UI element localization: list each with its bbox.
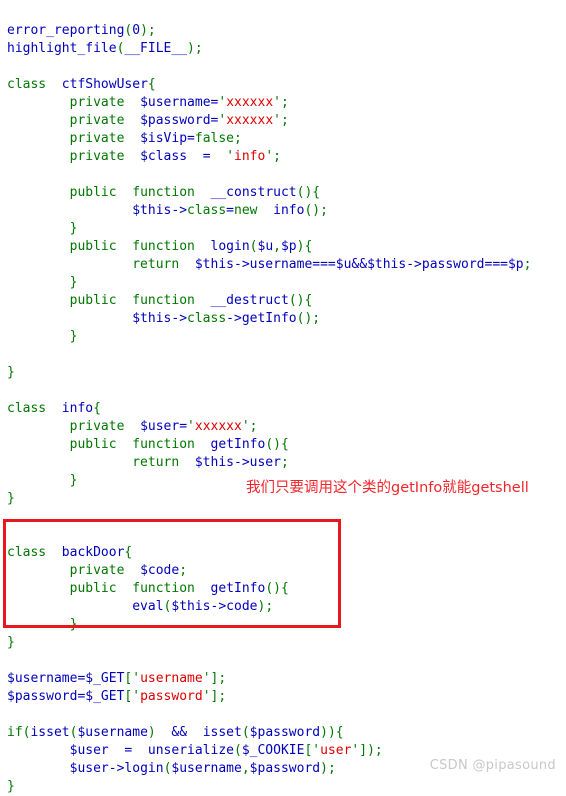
code-line: class ctfShowUser{ (7, 77, 156, 92)
code-line: } (69, 221, 78, 236)
code-line: error_reporting(0); (7, 23, 156, 38)
code-line: } (7, 779, 15, 794)
code-line: } (7, 365, 15, 380)
code-line: } (69, 617, 78, 632)
code-line: } (7, 635, 15, 650)
code-line: public function login($u,$p){ (69, 239, 313, 254)
code-line: eval($this->code); (132, 599, 274, 614)
annotation-note: 我们只要调用这个类的getInfo就能getshell (246, 480, 529, 496)
code-line: public function __construct(){ (69, 185, 321, 200)
code-line: } (69, 275, 78, 290)
code-line: $this->class=new info(); (132, 203, 328, 218)
code-line: private $isVip=false; (69, 131, 242, 146)
code-line: $password=$_GET['password']; (7, 689, 227, 704)
code-line: $this->class->getInfo(); (132, 311, 321, 326)
code-listing: error_reporting(0); highlight_file(__FILE… (0, 0, 566, 796)
code-line: private $password='xxxxxx'; (69, 113, 289, 128)
code-line: public function getInfo(){ (69, 437, 289, 452)
code-line: class backDoor{ (7, 545, 133, 560)
code-line: $username=$_GET['username']; (7, 671, 227, 686)
code-line: highlight_file(__FILE__); (7, 41, 203, 56)
code-line: private $username='xxxxxx'; (69, 95, 289, 110)
code-line: private $code; (69, 563, 188, 578)
code-line: public function __destruct(){ (69, 293, 313, 308)
csdn-watermark: CSDN @pipasound (429, 758, 556, 773)
code-line: return $this->user; (132, 455, 289, 470)
code-line: class info{ (7, 401, 101, 416)
code-line: public function getInfo(){ (69, 581, 289, 596)
code-line: private $class = 'info'; (69, 149, 281, 164)
code-line: } (69, 329, 78, 344)
code-line: if(isset($username) && isset($password))… (7, 725, 344, 740)
code-line: private $user='xxxxxx'; (69, 419, 258, 434)
code-line: return $this->username===$u&&$this->pass… (132, 257, 532, 272)
